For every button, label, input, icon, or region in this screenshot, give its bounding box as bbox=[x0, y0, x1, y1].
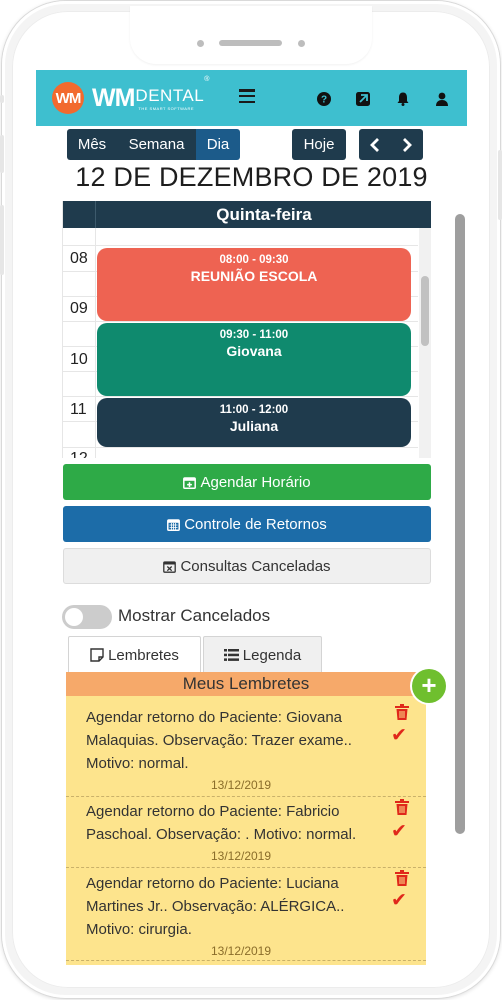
hour-label: 09 bbox=[70, 300, 88, 317]
camera-dot bbox=[197, 40, 204, 47]
trash-icon[interactable] bbox=[395, 704, 409, 720]
reminder-text: Agendar retorno do Paciente: Giovana Mal… bbox=[86, 709, 352, 772]
add-reminder-button[interactable]: + bbox=[412, 669, 446, 703]
calendar-cancel-icon bbox=[163, 560, 177, 573]
phone-side-button bbox=[0, 95, 4, 103]
phone-side-button bbox=[498, 150, 502, 220]
calendar-event[interactable]: 11:00 - 12:00 Juliana bbox=[97, 398, 411, 447]
calendar-event[interactable]: 08:00 - 09:30 REUNIÃO ESCOLA bbox=[97, 248, 411, 321]
chevron-left-icon bbox=[370, 137, 379, 152]
top-bar: WM WM DENTAL ® THE SMART SOFTWARE ? bbox=[36, 70, 467, 126]
menu-icon[interactable] bbox=[239, 89, 255, 103]
logo-dental-block: DENTAL ® THE SMART SOFTWARE bbox=[134, 76, 209, 111]
help-icon[interactable]: ? bbox=[317, 92, 331, 106]
hour-label: 12 bbox=[70, 450, 88, 458]
day-grid: Quinta-feira 08 09 10 11 12 08:00 - 09:3… bbox=[62, 201, 431, 458]
slot-line bbox=[63, 396, 418, 397]
event-title: Juliana bbox=[229, 418, 279, 434]
schedule-button-label: Agendar Horário bbox=[200, 473, 311, 491]
view-month-button[interactable]: Mês bbox=[67, 129, 117, 160]
reminder-text: Agendar retorno do Paciente: Fabricio Pa… bbox=[86, 803, 357, 843]
reminder-item: Agendar retorno do Paciente: Giovana Mal… bbox=[66, 704, 426, 797]
calendar-plus-icon bbox=[183, 476, 197, 489]
event-time: 09:30 - 11:00 bbox=[219, 329, 289, 341]
reminders-header: Meus Lembretes bbox=[66, 672, 426, 696]
camera-dot bbox=[298, 40, 305, 47]
view-week-button[interactable]: Semana bbox=[117, 129, 196, 160]
slot-line bbox=[63, 447, 418, 448]
phone-notch bbox=[130, 6, 372, 64]
bell-icon[interactable] bbox=[396, 92, 410, 106]
brand-logo[interactable]: WM WM DENTAL ® THE SMART SOFTWARE bbox=[52, 76, 209, 118]
logo-tagline: THE SMART SOFTWARE bbox=[138, 105, 195, 111]
logo-dental-text: DENTAL bbox=[135, 85, 205, 105]
calendar-event[interactable]: 09:30 - 11:00 Giovana bbox=[97, 323, 411, 396]
slot-line bbox=[63, 245, 418, 246]
cancelled-button-label: Consultas Canceladas bbox=[180, 557, 331, 575]
list-icon bbox=[223, 649, 239, 661]
logo-badge: WM bbox=[52, 82, 84, 114]
show-cancelled-label: Mostrar Cancelados bbox=[118, 606, 271, 625]
slot-line bbox=[63, 321, 418, 322]
returns-button-label: Controle de Retornos bbox=[184, 515, 327, 533]
day-header: Quinta-feira bbox=[216, 204, 312, 224]
show-cancelled-toggle[interactable] bbox=[62, 605, 112, 629]
chevron-right-icon bbox=[403, 137, 412, 152]
time-column-divider bbox=[95, 228, 96, 458]
tab-reminders-label: Lembretes bbox=[108, 646, 179, 664]
calendar-icon bbox=[167, 518, 181, 531]
trash-icon[interactable] bbox=[395, 870, 409, 886]
phone-side-button bbox=[0, 205, 4, 275]
grid-header: Quinta-feira bbox=[63, 201, 431, 228]
event-title: REUNIÃO ESCOLA bbox=[190, 268, 318, 284]
cancelled-button[interactable]: Consultas Canceladas bbox=[63, 548, 431, 584]
external-link-icon[interactable] bbox=[356, 92, 370, 106]
next-day-button[interactable] bbox=[391, 129, 423, 160]
reminder-date: 13/12/2019 bbox=[210, 944, 272, 958]
hour-label: 11 bbox=[70, 401, 87, 418]
note-icon bbox=[90, 648, 104, 662]
trash-icon[interactable] bbox=[395, 799, 409, 815]
view-day-button[interactable]: Dia bbox=[196, 129, 240, 160]
event-time: 11:00 - 12:00 bbox=[219, 404, 289, 416]
reminder-date: 13/12/2019 bbox=[210, 849, 272, 863]
hour-label: 10 bbox=[70, 351, 88, 368]
speaker-grille bbox=[219, 40, 282, 46]
reminder-date: 13/12/2019 bbox=[210, 778, 272, 792]
app-screen: WM WM DENTAL ® THE SMART SOFTWARE ? Mês … bbox=[36, 70, 467, 965]
page-scrollbar[interactable] bbox=[455, 214, 465, 834]
tab-reminders[interactable]: Lembretes bbox=[68, 636, 201, 673]
check-icon[interactable]: ✔ bbox=[391, 891, 411, 910]
check-icon[interactable]: ✔ bbox=[391, 726, 411, 745]
tab-legend[interactable]: Legenda bbox=[203, 636, 322, 673]
check-icon[interactable]: ✔ bbox=[391, 822, 411, 841]
event-time: 08:00 - 09:30 bbox=[219, 254, 289, 266]
reminder-item: Agendar retorno do Paciente: Luciana Mar… bbox=[66, 869, 426, 961]
plus-icon: + bbox=[421, 670, 437, 700]
calendar-title: 12 DE DEZEMBRO DE 2019 bbox=[75, 162, 428, 192]
hour-label: 08 bbox=[70, 250, 88, 267]
today-button[interactable]: Hoje bbox=[292, 129, 346, 160]
event-title: Giovana bbox=[226, 343, 282, 359]
schedule-button[interactable]: Agendar Horário bbox=[63, 464, 431, 500]
user-icon[interactable] bbox=[435, 92, 449, 106]
tab-legend-label: Legenda bbox=[242, 646, 302, 664]
logo-dental-row: DENTAL ® bbox=[134, 76, 209, 106]
grid-scrollbar-thumb[interactable] bbox=[421, 276, 429, 346]
phone-side-button bbox=[0, 135, 4, 173]
logo-wm-text: WM bbox=[92, 83, 135, 112]
svg-text:?: ? bbox=[321, 95, 327, 106]
returns-button[interactable]: Controle de Retornos bbox=[63, 506, 431, 542]
logo-registered-mark: ® bbox=[204, 75, 210, 83]
toggle-knob bbox=[65, 608, 83, 626]
prev-day-button[interactable] bbox=[359, 129, 391, 160]
reminder-item: Agendar retorno do Paciente: Fabricio Pa… bbox=[66, 798, 426, 868]
grid-scrollbar[interactable] bbox=[419, 228, 431, 458]
reminder-text: Agendar retorno do Paciente: Luciana Mar… bbox=[86, 875, 345, 938]
